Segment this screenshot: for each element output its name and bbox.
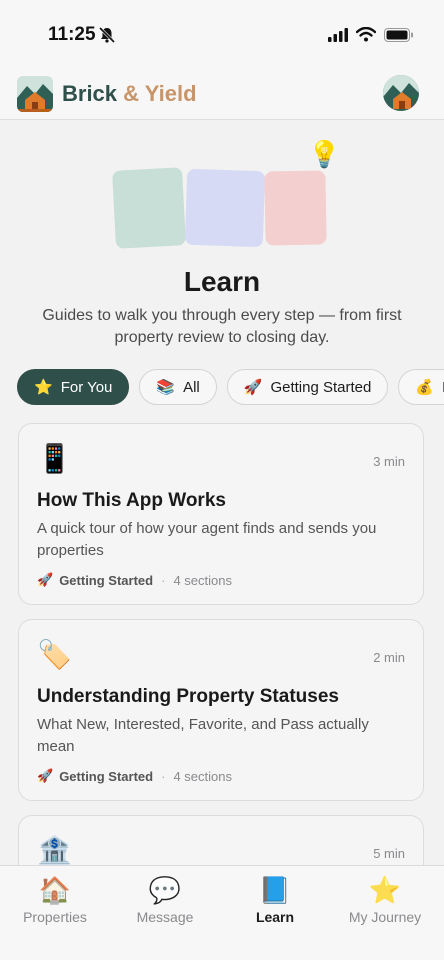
tab-message[interactable]: 💬 Message	[110, 874, 220, 925]
tab-label: Properties	[23, 909, 87, 925]
hero-card-pink	[264, 170, 327, 246]
meta-separator: ·	[161, 768, 166, 784]
money-bag-icon: 💰	[415, 379, 435, 396]
guide-card[interactable]: 🏷️ 2 min Understanding Property Statuses…	[18, 619, 424, 801]
card-title: Understanding Property Statuses	[37, 686, 339, 707]
chip-for-you[interactable]: ⭐ For You	[17, 369, 130, 405]
card-duration: 3 min	[373, 454, 405, 469]
star-icon: ⭐	[34, 379, 53, 396]
book-icon: 📘	[258, 875, 292, 905]
status-time: 11:25	[48, 24, 96, 45]
hero-card-green	[112, 167, 186, 249]
house-icon: 🏠	[38, 875, 72, 905]
chip-label: Getting Started	[270, 378, 372, 396]
card-meta: 🚀 Getting Started · 4 sections	[37, 768, 232, 784]
card-sections: 4 sections	[173, 572, 232, 588]
card-category: Getting Started	[59, 572, 154, 588]
guide-card[interactable]: 🏦 5 min	[18, 815, 424, 865]
status-bar: 11:25	[0, 0, 444, 70]
lightbulb-icon: 💡	[308, 139, 341, 169]
card-duration: 2 min	[373, 650, 405, 665]
rocket-icon: 🚀	[37, 572, 54, 587]
books-icon: 📚	[156, 379, 176, 396]
hero-illustration: 💡	[110, 139, 340, 254]
card-title: How This App Works	[37, 490, 226, 511]
tab-label: Learn	[255, 909, 295, 925]
brand-logo-icon[interactable]	[17, 76, 53, 112]
chip-label: For You	[60, 378, 113, 396]
avatar[interactable]	[383, 75, 419, 111]
tab-label: My Journey	[348, 909, 422, 925]
page-title: Learn	[183, 266, 261, 297]
chip-getting-started[interactable]: 🚀 Getting Started	[226, 369, 389, 405]
mobile-phone-icon: 📱	[37, 443, 72, 474]
filter-chips: ⭐ For You 📚 All 🚀 Getting Started 💰 I	[17, 369, 444, 405]
app-header: Brick & Yield	[0, 70, 444, 120]
chip-label: All	[183, 378, 200, 396]
brand-name-part1: Brick	[62, 81, 118, 106]
tab-properties[interactable]: 🏠 Properties	[0, 874, 110, 925]
card-duration: 5 min	[373, 846, 405, 861]
learn-content: 💡 Learn Guides to walk you through every…	[0, 121, 444, 865]
speech-bubble-icon: 💬	[148, 875, 182, 905]
card-description: A quick tour of how your agent finds and…	[37, 520, 377, 559]
bank-icon: 🏦	[37, 835, 72, 865]
chip-money[interactable]: 💰 I	[398, 369, 444, 405]
card-description: What New, Interested, Favorite, and Pass…	[37, 716, 369, 755]
tab-learn[interactable]: 📘 Learn	[220, 874, 330, 925]
card-meta: 🚀 Getting Started · 4 sections	[37, 572, 232, 588]
card-category: Getting Started	[59, 768, 154, 784]
wifi-icon	[356, 27, 376, 42]
card-sections: 4 sections	[173, 768, 232, 784]
signal-icon	[328, 27, 348, 42]
hero-card-blue	[184, 168, 266, 248]
chip-all[interactable]: 📚 All	[139, 369, 217, 405]
tab-label: Message	[136, 909, 194, 925]
guide-card[interactable]: 📱 3 min How This App Works A quick tour …	[18, 423, 424, 605]
page-subtitle: Guides to walk you through every step — …	[42, 307, 402, 346]
tab-bar: 🏠 Properties 💬 Message 📘 Learn ⭐ My Jour…	[0, 865, 444, 960]
brand-name: Brick & Yield	[62, 81, 197, 107]
star-icon: ⭐	[368, 875, 402, 905]
bell-slash-icon	[98, 26, 116, 44]
meta-separator: ·	[161, 572, 166, 588]
battery-icon	[384, 27, 413, 42]
rocket-icon: 🚀	[243, 379, 263, 396]
tab-my-journey[interactable]: ⭐ My Journey	[330, 874, 440, 925]
tag-icon: 🏷️	[37, 639, 72, 670]
rocket-icon: 🚀	[37, 768, 54, 783]
brand-name-part2: & Yield	[123, 81, 197, 106]
